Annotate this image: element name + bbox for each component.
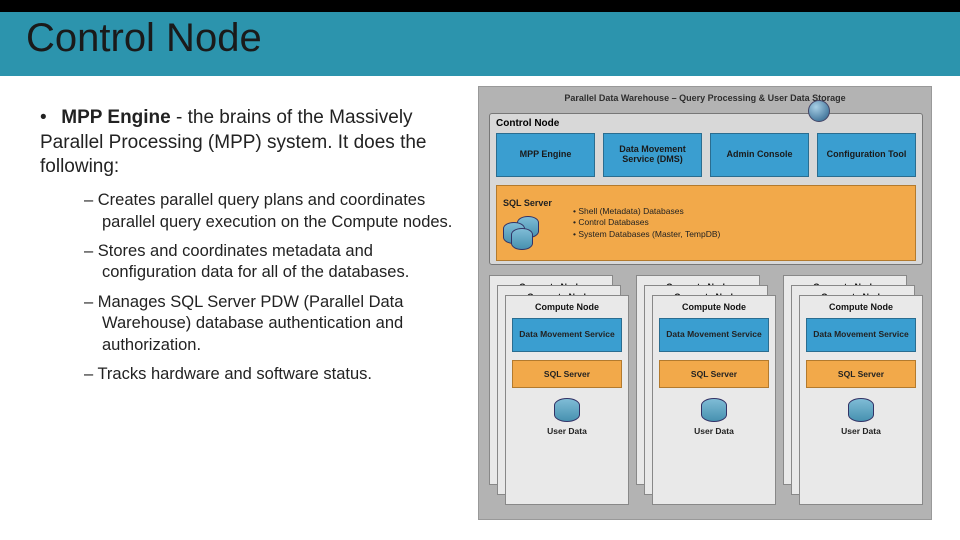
control-db-list: Shell (Metadata) Databases Control Datab… xyxy=(573,206,720,240)
page-title: Control Node xyxy=(26,16,262,61)
compute-heading: Compute Node xyxy=(806,302,916,312)
content-area: • MPP Engine - the brains of the Massive… xyxy=(0,76,960,540)
compute-node-card: Compute Node Data Movement Service SQL S… xyxy=(652,295,776,505)
compute-nodes-group: Compute Node Compute Node Compute Node D… xyxy=(489,275,923,511)
compute-dms-box: Data Movement Service xyxy=(659,318,769,352)
compute-node-card: Compute Node Data Movement Service SQL S… xyxy=(505,295,629,505)
compute-heading: Compute Node xyxy=(659,302,769,312)
db-bullet: System Databases (Master, TempDB) xyxy=(573,229,720,240)
control-node-box: Control Node MPP Engine Data Movement Se… xyxy=(489,113,923,265)
main-bullet-bold: MPP Engine xyxy=(61,107,170,128)
user-data-label: User Data xyxy=(547,426,587,436)
globe-icon xyxy=(808,100,830,122)
main-bullet: • MPP Engine - the brains of the Massive… xyxy=(40,106,462,180)
user-data-label: User Data xyxy=(841,426,881,436)
compute-node-stack: Compute Node Compute Node Compute Node D… xyxy=(489,275,629,511)
sub-bullet: Manages SQL Server PDW (Parallel Data Wa… xyxy=(84,292,462,356)
diagram-column: Parallel Data Warehouse – Query Processi… xyxy=(470,76,960,540)
control-cell-config: Configuration Tool xyxy=(817,133,916,177)
database-icon xyxy=(503,212,543,248)
compute-user-data: User Data xyxy=(806,398,916,436)
compute-node-stack: Compute Node Compute Node Compute Node D… xyxy=(783,275,923,511)
control-cell-admin: Admin Console xyxy=(710,133,809,177)
control-sql-box: SQL Server Shell (Metadata) Databases Co… xyxy=(496,185,916,261)
text-column: • MPP Engine - the brains of the Massive… xyxy=(0,76,470,540)
compute-heading: Compute Node xyxy=(512,302,622,312)
control-node-heading: Control Node xyxy=(496,118,916,129)
sub-bullet: Creates parallel query plans and coordin… xyxy=(84,190,462,233)
title-band: Control Node xyxy=(0,0,960,76)
user-data-label: User Data xyxy=(694,426,734,436)
sub-bullet: Tracks hardware and software status. xyxy=(84,364,462,385)
db-bullet: Control Databases xyxy=(573,217,720,228)
compute-sql-box: SQL Server xyxy=(659,360,769,388)
database-icon xyxy=(701,398,727,422)
diagram-title: Parallel Data Warehouse – Query Processi… xyxy=(479,93,931,103)
compute-dms-box: Data Movement Service xyxy=(806,318,916,352)
db-bullet: Shell (Metadata) Databases xyxy=(573,206,720,217)
pdw-diagram: Parallel Data Warehouse – Query Processi… xyxy=(478,86,932,520)
control-sql-label: SQL Server xyxy=(503,198,563,208)
database-icon xyxy=(554,398,580,422)
compute-dms-box: Data Movement Service xyxy=(512,318,622,352)
compute-sql-box: SQL Server xyxy=(512,360,622,388)
control-cell-dms: Data Movement Service (DMS) xyxy=(603,133,702,177)
compute-sql-box: SQL Server xyxy=(806,360,916,388)
control-node-row: MPP Engine Data Movement Service (DMS) A… xyxy=(496,133,916,177)
compute-user-data: User Data xyxy=(659,398,769,436)
control-cell-mpp: MPP Engine xyxy=(496,133,595,177)
compute-node-card: Compute Node Data Movement Service SQL S… xyxy=(799,295,923,505)
sub-bullet-list: Creates parallel query plans and coordin… xyxy=(40,190,462,386)
compute-node-stack: Compute Node Compute Node Compute Node D… xyxy=(636,275,776,511)
compute-user-data: User Data xyxy=(512,398,622,436)
database-icon xyxy=(848,398,874,422)
sub-bullet: Stores and coordinates metadata and conf… xyxy=(84,241,462,284)
